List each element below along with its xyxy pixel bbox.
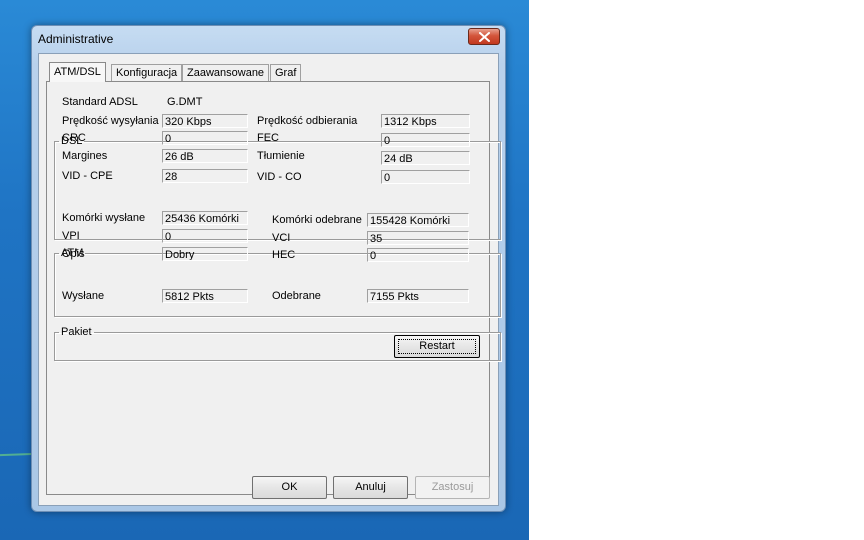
vid-cpe-value: 28 (162, 169, 248, 183)
description-value: Dobry (162, 247, 248, 261)
attenuation-label: Tłumienie (257, 150, 305, 162)
margin-value: 26 dB (162, 149, 248, 163)
apply-button[interactable]: Zastosuj (415, 476, 490, 499)
hec-label: HEC (272, 249, 296, 261)
vci-label: VCI (272, 232, 291, 244)
cancel-button[interactable]: Anuluj (333, 476, 408, 499)
window-title: Administrative (38, 32, 114, 46)
tab-graf[interactable]: Graf (270, 64, 302, 81)
close-icon (479, 32, 490, 42)
standard-adsl-label: Standard ADSL (62, 96, 138, 108)
vid-cpe-label: VID - CPE (62, 170, 113, 182)
tab-zaawansowane[interactable]: Zaawansowane (182, 64, 270, 81)
packets-sent-value: 5812 Pkts (162, 289, 248, 303)
cells-sent-value: 25436 Komórki (162, 211, 248, 225)
crc-value: 0 (162, 131, 248, 145)
packets-received-label: Odebrane (272, 290, 321, 302)
close-button[interactable] (468, 28, 500, 45)
margin-label: Margines (62, 150, 108, 162)
restart-button[interactable]: Restart (394, 335, 480, 358)
title-bar[interactable]: Administrative (32, 26, 505, 52)
crc-label: CRC (62, 132, 86, 144)
vci-value: 35 (367, 231, 469, 245)
downstream-speed-value: 1312 Kbps (381, 114, 470, 128)
upstream-speed-label: Prędkość wysyłania (62, 115, 159, 127)
vid-co-value: 0 (381, 170, 470, 184)
upstream-speed-value: 320 Kbps (162, 114, 248, 128)
vpi-value: 0 (162, 229, 248, 243)
cells-sent-label: Komórki wysłane (62, 212, 146, 224)
hec-value: 0 (367, 248, 469, 262)
tab-konfiguracja[interactable]: Konfiguracja (111, 64, 183, 81)
packet-group-legend: Pakiet (61, 326, 92, 338)
vpi-label: VPI (62, 230, 80, 242)
standard-adsl-value: G.DMT (167, 96, 203, 108)
vid-co-label: VID - CO (257, 171, 302, 183)
tab-atm-dsl[interactable]: ATM/DSL (49, 62, 106, 82)
cells-received-value: 155428 Komórki (367, 213, 469, 227)
fec-label: FEC (257, 132, 279, 144)
cells-received-label: Komórki odebrane (272, 214, 362, 226)
downstream-speed-label: Prędkość odbierania (257, 115, 358, 127)
description-label: Opis (62, 248, 85, 260)
packets-received-value: 7155 Pkts (367, 289, 469, 303)
ok-button[interactable]: OK (252, 476, 327, 499)
packets-sent-label: Wysłane (62, 290, 105, 302)
fec-value: 0 (381, 133, 470, 147)
attenuation-value: 24 dB (381, 151, 470, 165)
